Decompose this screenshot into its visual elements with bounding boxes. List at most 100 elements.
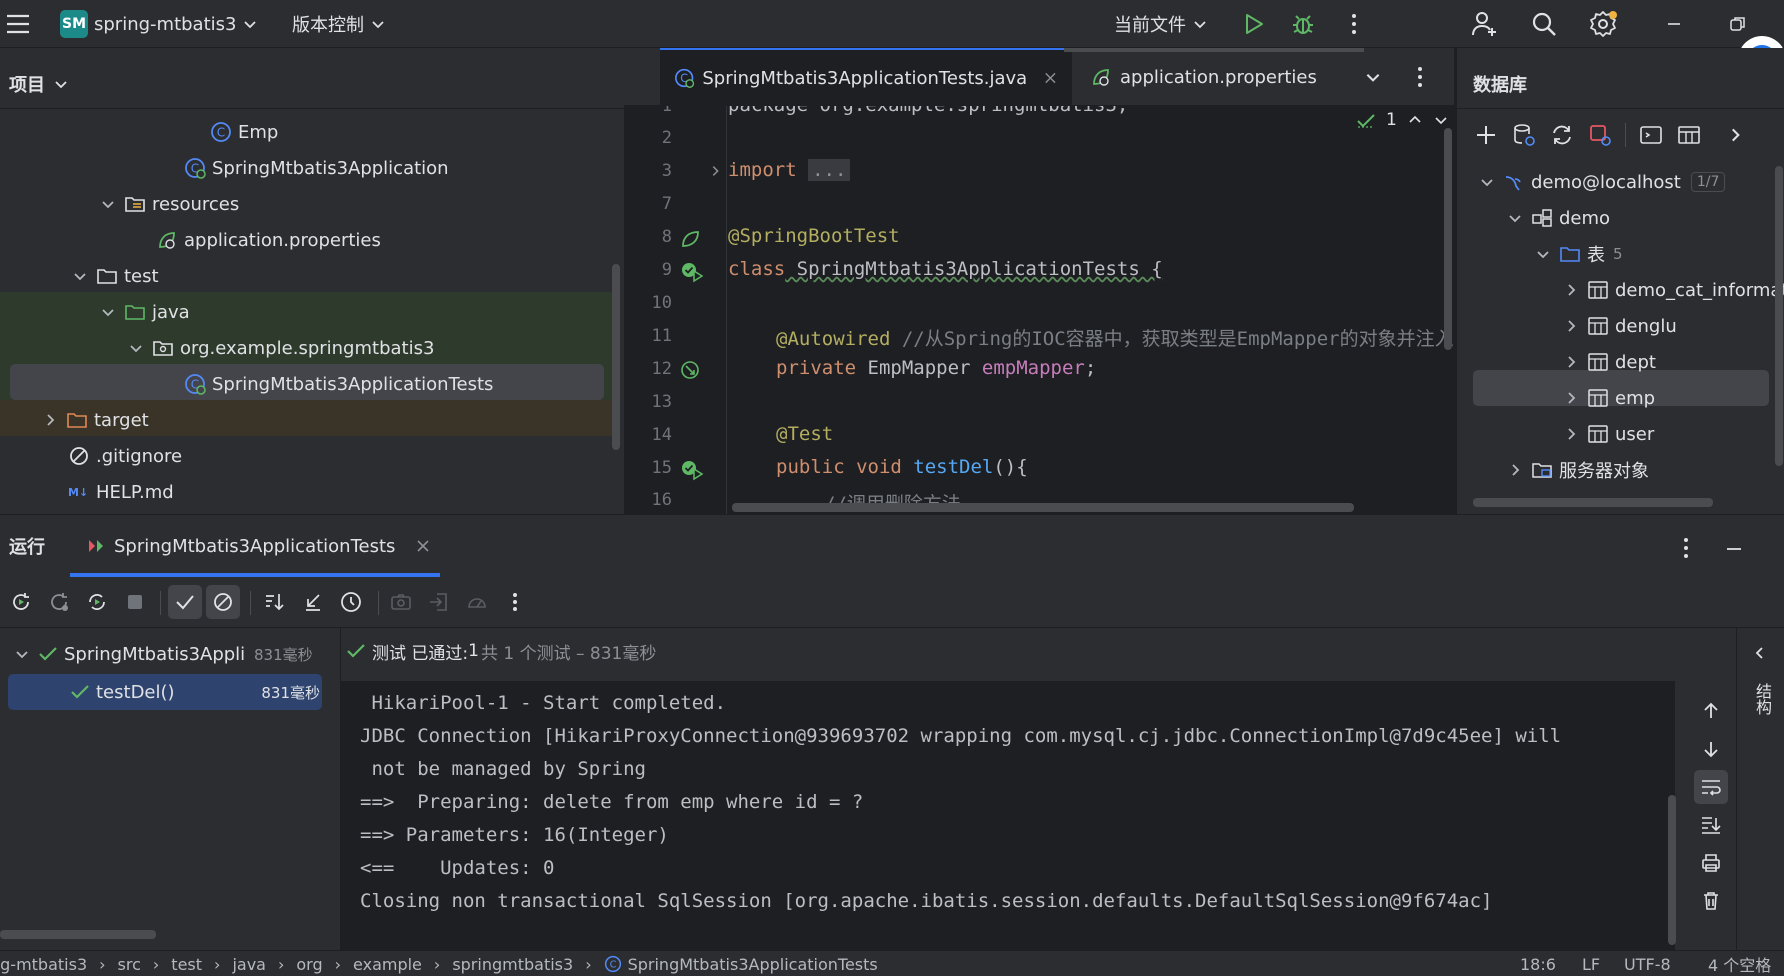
- tree-item-java[interactable]: java: [98, 294, 190, 330]
- tab-tests-java[interactable]: C SpringMtbatis3ApplicationTests.java: [660, 48, 1072, 106]
- hide-panel-button[interactable]: [1722, 537, 1746, 561]
- db-table-item[interactable]: denglu: [1561, 308, 1677, 344]
- editor-more-button[interactable]: [1410, 64, 1430, 90]
- editor-horizontal-scrollbar[interactable]: [732, 503, 1354, 512]
- fold-toggle[interactable]: [708, 164, 722, 178]
- tree-item-tests-class[interactable]: C SpringMtbatis3ApplicationTests: [184, 366, 493, 402]
- test-history-button[interactable]: [334, 585, 368, 619]
- line-ending[interactable]: LF: [1582, 951, 1600, 976]
- tree-item-package[interactable]: org.example.springmtbatis3: [126, 330, 434, 366]
- close-icon[interactable]: [415, 538, 431, 554]
- run-panel-more-button[interactable]: [1676, 535, 1696, 561]
- file-encoding[interactable]: UTF-8: [1624, 951, 1671, 976]
- plus-icon[interactable]: [1473, 122, 1499, 148]
- tree-item-application-class[interactable]: C SpringMtbatis3Application: [184, 150, 449, 186]
- caret-position[interactable]: 18:6: [1520, 951, 1556, 976]
- database-horizontal-scrollbar[interactable]: [1473, 498, 1713, 507]
- tree-item-emp[interactable]: C Emp: [210, 114, 278, 150]
- db-table-item[interactable]: demo_cat_information: [1561, 272, 1784, 308]
- test-tree-item-testdel[interactable]: testDel() 831毫秒: [70, 674, 320, 710]
- run-config-selector[interactable]: 当前文件: [1114, 0, 1208, 48]
- breadcrumb-item[interactable]: src: [118, 955, 141, 974]
- run-button[interactable]: [1240, 0, 1266, 48]
- debug-button[interactable]: [1290, 0, 1316, 48]
- breadcrumb-item[interactable]: springmtbatis3: [452, 955, 573, 974]
- table-icon[interactable]: [1676, 122, 1702, 148]
- db-table-item[interactable]: user: [1561, 416, 1654, 452]
- coverage-button[interactable]: [460, 585, 494, 619]
- breadcrumb-item[interactable]: ng-mtbatis3: [0, 955, 87, 974]
- collapse-all-button[interactable]: [296, 585, 330, 619]
- spring-bean-gutter[interactable]: [680, 228, 702, 250]
- stop-button[interactable]: [118, 585, 152, 619]
- breadcrumb-item[interactable]: org: [296, 955, 322, 974]
- tree-item-resources[interactable]: resources: [98, 186, 239, 222]
- folded-imports[interactable]: ...: [808, 159, 851, 181]
- disconnect-icon[interactable]: [1587, 122, 1613, 148]
- db-connection[interactable]: demo@localhost 1/7: [1477, 164, 1726, 200]
- tree-item-target[interactable]: target: [40, 402, 149, 438]
- clear-all-button[interactable]: [1694, 884, 1728, 918]
- editor-vertical-scrollbar[interactable]: [1444, 128, 1452, 350]
- code-editor[interactable]: 1 2 3 7 8 9 10 11 12 13 14 15 16 package…: [624, 106, 1454, 514]
- sort-button[interactable]: [258, 585, 292, 619]
- rerun-button[interactable]: [4, 585, 38, 619]
- rerun-failed-button[interactable]: [42, 585, 76, 619]
- run-test-method-gutter[interactable]: [680, 459, 704, 481]
- tree-item-test[interactable]: test: [70, 258, 159, 294]
- refresh-icon[interactable]: [1549, 122, 1575, 148]
- search-button[interactable]: [1530, 0, 1558, 48]
- test-tree-root[interactable]: SpringMtbatis3Appli 831毫秒: [12, 636, 328, 672]
- main-menu-button[interactable]: [4, 0, 32, 48]
- expand-side-panel-button[interactable]: [1752, 645, 1768, 661]
- run-tab-tests[interactable]: SpringMtbatis3ApplicationTests: [86, 515, 431, 577]
- db-server-objects[interactable]: 服务器对象: [1505, 452, 1649, 488]
- chevron-down-icon[interactable]: [1433, 112, 1449, 128]
- add-user-button[interactable]: [1470, 0, 1500, 48]
- console-icon[interactable]: [1638, 122, 1664, 148]
- show-passed-toggle[interactable]: [168, 585, 202, 619]
- structure-side-tab[interactable]: 结构: [1750, 683, 1774, 715]
- breadcrumb-item[interactable]: example: [353, 955, 422, 974]
- minimize-button[interactable]: [1662, 0, 1686, 48]
- db-table-item[interactable]: dept: [1561, 344, 1656, 380]
- import-tests-button[interactable]: [422, 585, 456, 619]
- chevron-right-icon[interactable]: [1726, 126, 1744, 144]
- settings-button[interactable]: [1588, 0, 1618, 48]
- scroll-to-end-button[interactable]: [1694, 808, 1728, 842]
- tab-application-properties[interactable]: application.properties: [1076, 48, 1331, 106]
- breadcrumb-item[interactable]: SpringMtbatis3ApplicationTests: [628, 955, 878, 974]
- db-tables-folder[interactable]: 表 5: [1533, 236, 1623, 272]
- project-scrollbar[interactable]: [612, 264, 620, 450]
- autowired-gutter[interactable]: [680, 360, 704, 382]
- project-panel-header[interactable]: 项目: [9, 62, 69, 106]
- scroll-down-button[interactable]: [1694, 732, 1728, 766]
- tab-list-button[interactable]: [1364, 68, 1382, 86]
- show-ignored-toggle[interactable]: [206, 585, 240, 619]
- inspections-widget[interactable]: 1: [1350, 106, 1454, 134]
- project-switcher[interactable]: SM spring-mtbatis3: [60, 0, 258, 48]
- data-source-properties-icon[interactable]: [1511, 122, 1537, 148]
- soft-wrap-toggle[interactable]: [1694, 770, 1728, 804]
- chevron-up-icon[interactable]: [1407, 112, 1423, 128]
- scroll-up-button[interactable]: [1694, 694, 1728, 728]
- print-button[interactable]: [1694, 846, 1728, 880]
- vcs-menu[interactable]: 版本控制: [292, 0, 386, 48]
- tree-item-application-properties[interactable]: application.properties: [156, 222, 381, 258]
- db-table-item[interactable]: emp: [1561, 380, 1655, 416]
- tree-item-gitignore[interactable]: .gitignore: [68, 438, 182, 474]
- run-test-class-gutter[interactable]: [680, 261, 704, 283]
- database-scrollbar[interactable]: [1775, 166, 1783, 466]
- breadcrumb-item[interactable]: test: [171, 955, 202, 974]
- more-actions-button[interactable]: [1344, 0, 1364, 48]
- toggle-auto-test-button[interactable]: [80, 585, 114, 619]
- indent-setting[interactable]: 4 个空格: [1708, 951, 1771, 976]
- tree-item-help-md[interactable]: M↓ HELP.md: [68, 474, 174, 510]
- close-icon[interactable]: [1043, 70, 1058, 86]
- breadcrumb-item[interactable]: java: [232, 955, 266, 974]
- screenshot-button[interactable]: [384, 585, 418, 619]
- run-toolbar-more-button[interactable]: [498, 585, 532, 619]
- test-tree-scrollbar[interactable]: [0, 930, 156, 939]
- db-schema[interactable]: demo: [1505, 200, 1610, 236]
- console-scrollbar[interactable]: [1668, 795, 1676, 945]
